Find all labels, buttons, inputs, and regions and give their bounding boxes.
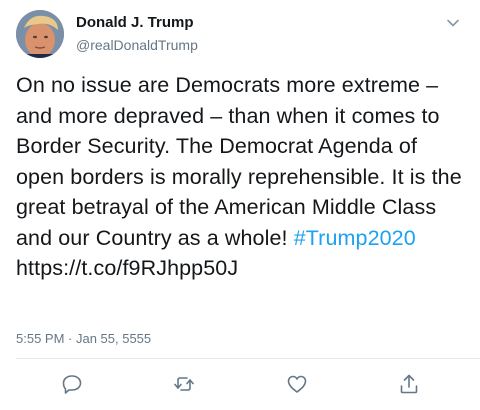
heart-icon[interactable] <box>285 372 309 396</box>
divider <box>16 358 480 359</box>
action-bar <box>0 372 480 400</box>
share-icon[interactable] <box>397 372 421 396</box>
url-link[interactable]: https://t.co/f9RJhpp50J <box>16 256 238 280</box>
avatar-image <box>16 10 64 58</box>
tweet-text: On no issue are Democrats more extreme –… <box>16 70 471 284</box>
retweet-icon[interactable] <box>172 372 196 396</box>
reply-icon[interactable] <box>60 372 84 396</box>
chevron-down-icon[interactable] <box>444 14 462 32</box>
display-name[interactable]: Donald J. Trump <box>76 14 194 32</box>
tweet-text-main: On no issue are Democrats more extreme –… <box>16 73 462 250</box>
tweet-card: Donald J. Trump @realDonaldTrump On no i… <box>0 0 480 410</box>
user-handle[interactable]: @realDonaldTrump <box>76 36 198 54</box>
avatar[interactable] <box>16 10 64 58</box>
hashtag-link[interactable]: #Trump2020 <box>294 226 416 250</box>
timestamp[interactable]: 5:55 PM · Jan 55, 5555 <box>16 331 151 347</box>
